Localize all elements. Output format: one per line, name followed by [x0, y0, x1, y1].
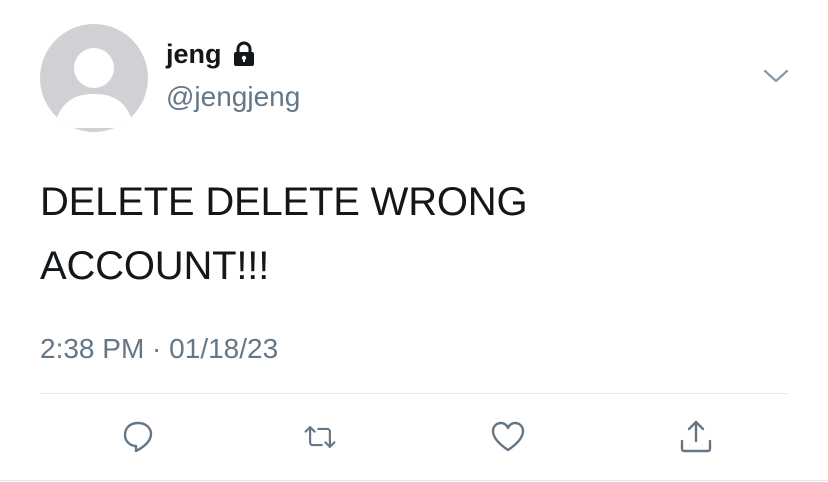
heart-icon	[491, 421, 525, 452]
user-handle[interactable]: @jengjeng	[166, 81, 300, 113]
tweet-text-line: DELETE DELETE WRONG	[40, 180, 528, 224]
display-name[interactable]: jeng	[166, 40, 222, 68]
timestamp-separator: ·	[144, 333, 170, 364]
reply-button[interactable]	[120, 419, 156, 455]
tweet-text: DELETE DELETE WRONG ACCOUNT!!!	[40, 170, 780, 298]
bottom-divider	[0, 480, 828, 481]
tweet-text-line: ACCOUNT!!!	[40, 244, 270, 288]
lock-icon	[230, 40, 258, 68]
retweet-icon	[304, 426, 336, 448]
tweet-date[interactable]: 01/18/23	[169, 333, 278, 365]
share-icon	[680, 420, 712, 453]
avatar[interactable]	[40, 24, 148, 132]
divider	[40, 393, 788, 394]
default-avatar-icon	[54, 48, 134, 128]
user-name-row: jeng	[166, 40, 258, 68]
retweet-button[interactable]	[302, 419, 338, 455]
share-button[interactable]	[678, 419, 714, 455]
like-button[interactable]	[490, 419, 526, 455]
chevron-down-icon[interactable]	[762, 66, 790, 86]
tweet-time[interactable]: 2:38 PM	[40, 333, 144, 365]
reply-icon	[123, 421, 153, 453]
tweet-timestamp: 2:38 PM · 01/18/23	[40, 333, 278, 365]
